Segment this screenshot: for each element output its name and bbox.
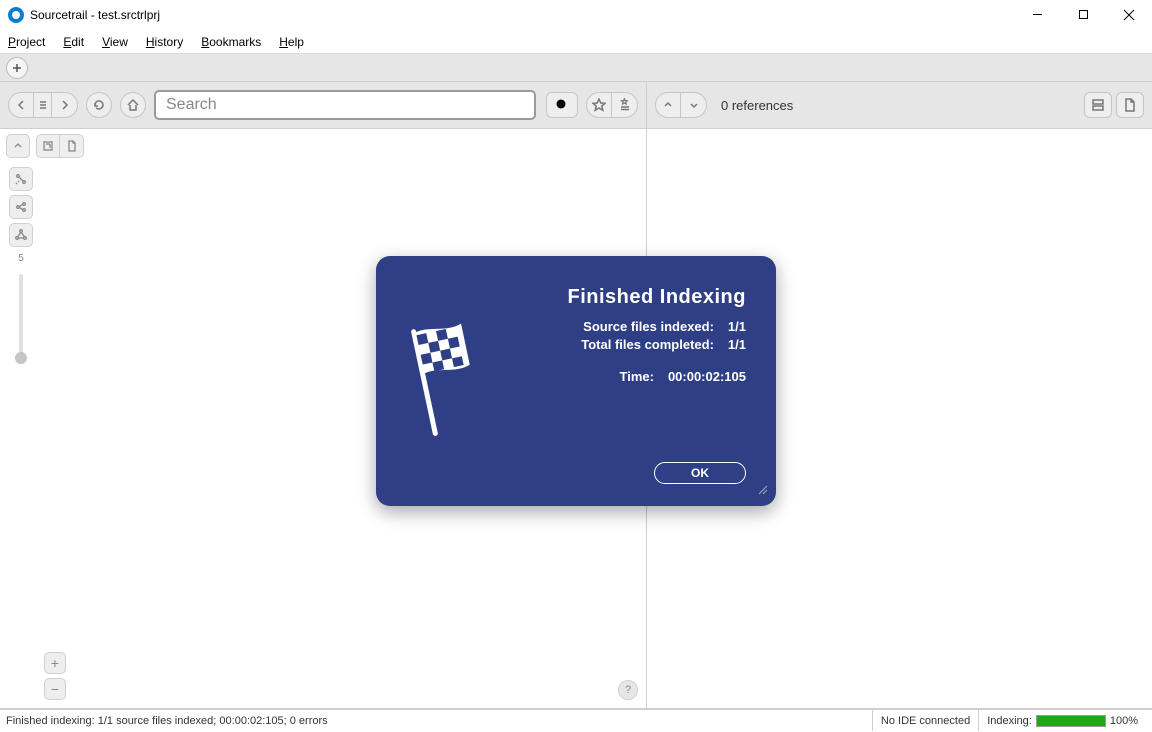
tabstrip (0, 54, 1152, 82)
main-toolbar (0, 82, 646, 129)
export-file-button[interactable] (60, 134, 84, 158)
close-button[interactable] (1106, 0, 1152, 29)
stat-source-value: 1/1 (728, 318, 746, 336)
bookmark-group (586, 92, 638, 118)
titlebar: Sourcetrail - test.srctrlprj (0, 0, 1152, 30)
maximize-button[interactable] (1060, 0, 1106, 29)
depth-slider-thumb[interactable] (15, 352, 27, 364)
dialog-stats: Source files indexed: 1/1 Total files com… (484, 318, 746, 387)
collapse-up-button[interactable] (6, 134, 30, 158)
search-wrap (154, 90, 536, 120)
refresh-button[interactable] (86, 92, 112, 118)
bookmark-list-button[interactable] (612, 92, 638, 118)
zoom-controls: + − (44, 652, 66, 700)
snippet-view-button[interactable] (1084, 92, 1112, 118)
forward-button[interactable] (52, 92, 78, 118)
depth-slider[interactable] (19, 274, 23, 364)
code-toolbar: 0 references (647, 82, 1152, 129)
export-image-button[interactable] (36, 134, 60, 158)
flag-icon (406, 318, 486, 443)
back-button[interactable] (8, 92, 34, 118)
search-input[interactable] (154, 90, 536, 120)
menu-history[interactable]: History (146, 35, 183, 49)
dialog-heading: Finished Indexing (376, 286, 746, 309)
window-controls (1014, 0, 1152, 29)
search-button[interactable] (546, 92, 578, 118)
home-button[interactable] (120, 92, 146, 118)
indexing-progress (1036, 715, 1106, 727)
view-mode-group (1084, 92, 1144, 118)
menu-view[interactable]: View (102, 35, 128, 49)
status-percent: 100% (1110, 715, 1138, 727)
references-count: 0 references (721, 98, 1080, 113)
menu-help[interactable]: Help (279, 35, 304, 49)
help-button[interactable]: ? (618, 680, 638, 700)
graph-toolbar (0, 129, 646, 163)
status-message: Finished indexing: 1/1 source files inde… (6, 715, 872, 727)
ref-next-button[interactable] (681, 92, 707, 118)
stat-total-label: Total files completed: (544, 336, 714, 354)
full-view-button[interactable] (1116, 92, 1144, 118)
status-indexing: Indexing: 100% (978, 710, 1146, 731)
stat-time-value: 00:00:02:105 (668, 368, 746, 386)
stat-time-label: Time: (484, 368, 654, 386)
layout-button-2[interactable] (9, 195, 33, 219)
menu-bookmarks[interactable]: Bookmarks (201, 35, 261, 49)
window-title: Sourcetrail - test.srctrlprj (30, 8, 1014, 22)
new-tab-button[interactable] (6, 57, 28, 79)
stat-total-value: 1/1 (728, 336, 746, 354)
layout-button-3[interactable] (9, 223, 33, 247)
zoom-in-button[interactable]: + (44, 652, 66, 674)
menu-project[interactable]: Project (8, 35, 45, 49)
minimize-button[interactable] (1014, 0, 1060, 29)
app-icon (8, 7, 24, 23)
stat-source-label: Source files indexed: (544, 318, 714, 336)
depth-label: 5 (18, 253, 24, 264)
ref-prev-button[interactable] (655, 92, 681, 118)
resize-grip-icon[interactable] (756, 482, 768, 500)
indexing-progress-fill (1037, 716, 1105, 726)
ref-nav-group (655, 92, 707, 118)
status-ide: No IDE connected (872, 710, 978, 731)
nav-group (8, 92, 78, 118)
finished-indexing-dialog: Finished Indexing Source files indexed: 1… (376, 256, 776, 506)
zoom-out-button[interactable]: − (44, 678, 66, 700)
menu-edit[interactable]: Edit (63, 35, 84, 49)
statusbar: Finished indexing: 1/1 source files inde… (0, 709, 1152, 731)
side-gutter: 5 (0, 163, 36, 708)
bookmark-star-button[interactable] (586, 92, 612, 118)
ok-button[interactable]: OK (654, 462, 746, 484)
layout-button-1[interactable] (9, 167, 33, 191)
menubar: Project Edit View History Bookmarks Help (0, 30, 1152, 54)
history-dropdown-button[interactable] (34, 92, 52, 118)
status-indexing-label: Indexing: (987, 715, 1032, 727)
